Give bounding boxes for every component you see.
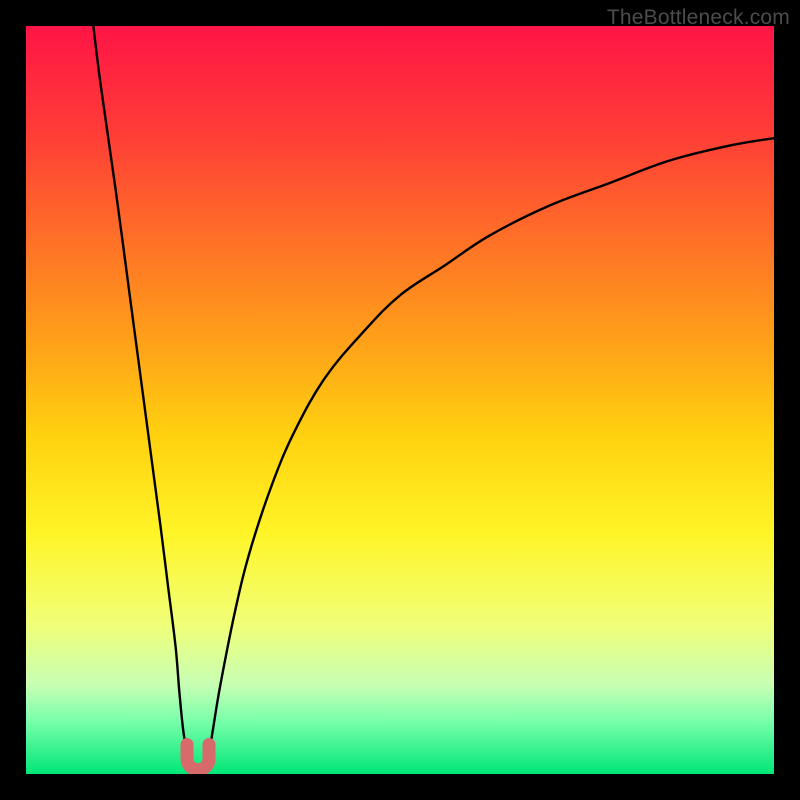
watermark-text: TheBottleneck.com <box>607 6 790 30</box>
bottleneck-curve <box>93 26 774 767</box>
valley-marker <box>187 745 209 770</box>
chart-frame: TheBottleneck.com <box>0 0 800 800</box>
chart-plot-area <box>26 26 774 774</box>
chart-curve <box>26 26 774 774</box>
